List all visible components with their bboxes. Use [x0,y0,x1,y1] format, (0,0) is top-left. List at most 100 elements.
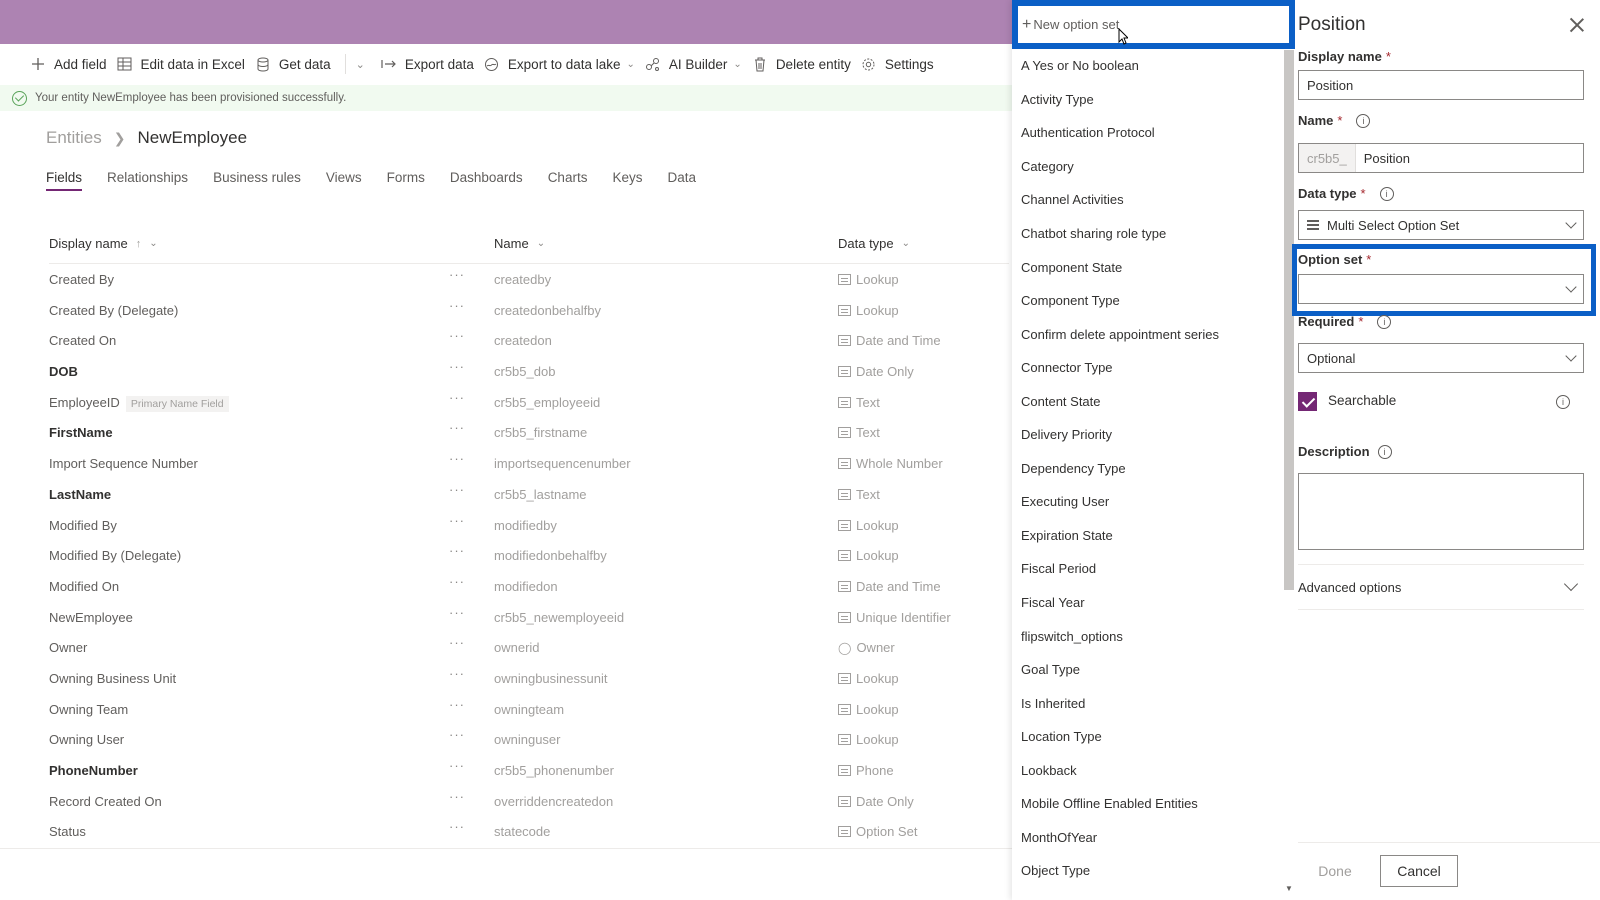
field-display-name[interactable]: Owning Team [49,702,128,717]
more-options-icon[interactable]: ··· [449,420,465,435]
field-display-name[interactable]: Modified By (Delegate) [49,548,181,563]
more-options-icon[interactable]: ··· [449,789,465,804]
field-display-name[interactable]: Modified On [49,579,119,594]
more-options-icon[interactable]: ··· [449,819,465,834]
more-options-icon[interactable]: ··· [449,267,465,282]
more-options-icon[interactable]: ··· [449,697,465,712]
scroll-down-arrow-icon[interactable]: ▼ [1285,884,1293,893]
tab-fields[interactable]: Fields [46,170,83,191]
table-row[interactable]: Modified On ··· modifiedon Date and Time [0,572,1012,603]
list-item[interactable]: flipswitch_options [1021,619,1283,653]
table-row[interactable]: Created By (Delegate) ··· createdonbehal… [0,296,1012,327]
tab-dashboards[interactable]: Dashboards [450,170,523,191]
edit-data-excel-button[interactable]: Edit data in Excel [115,44,253,84]
field-display-name[interactable]: Owner [49,640,87,655]
field-display-name[interactable]: Created By [49,272,114,287]
list-item[interactable]: Goal Type [1021,653,1283,687]
table-row[interactable]: Status ··· statecode Option Set [0,817,1012,848]
export-data-lake-button[interactable]: Export to data lake ⌄ [482,44,643,84]
table-row[interactable]: Modified By (Delegate) ··· modifiedonbeh… [0,541,1012,572]
list-item[interactable]: Component Type [1021,284,1283,318]
get-data-button[interactable]: Get data [253,44,339,84]
cancel-button[interactable]: Cancel [1380,855,1458,887]
list-item[interactable]: Fiscal Period [1021,552,1283,586]
more-options-icon[interactable]: ··· [449,390,465,405]
settings-button[interactable]: Settings [859,44,942,84]
scrollbar-thumb[interactable] [1284,50,1294,590]
table-row[interactable]: EmployeeID Primary Name Field ··· cr5b5_e… [0,388,1012,419]
field-display-name[interactable]: DOB [49,364,78,379]
new-option-set-item[interactable]: + New option set [1012,0,1295,49]
get-data-chevron-down-icon[interactable]: ⌄ [352,58,379,71]
field-display-name[interactable]: EmployeeID Primary Name Field [49,395,229,412]
more-options-icon[interactable]: ··· [449,543,465,558]
table-row[interactable]: DOB ··· cr5b5_dob Date Only [0,357,1012,388]
option-set-select[interactable] [1298,274,1584,304]
close-icon[interactable] [1570,18,1584,32]
list-item[interactable]: Component State [1021,250,1283,284]
field-display-name[interactable]: FirstName [49,425,113,440]
field-display-name[interactable]: NewEmployee [49,610,133,625]
table-row[interactable]: PhoneNumber ··· cr5b5_phonenumber Phone [0,756,1012,787]
list-item[interactable]: MonthOfYear [1021,821,1283,855]
table-row[interactable]: Created On ··· createdon Date and Time [0,326,1012,357]
field-display-name[interactable]: PhoneNumber [49,763,138,778]
table-row[interactable]: FirstName ··· cr5b5_firstname Text [0,418,1012,449]
tab-forms[interactable]: Forms [387,170,425,191]
list-item[interactable]: Dependency Type [1021,452,1283,486]
list-item[interactable]: Category [1021,150,1283,184]
field-display-name[interactable]: Record Created On [49,794,162,809]
list-item[interactable]: Lookback [1021,753,1283,787]
column-header-name[interactable]: Name ⌄ [494,236,545,251]
searchable-checkbox[interactable] [1298,392,1317,411]
table-row[interactable]: Owner ··· ownerid ◯ Owner [0,633,1012,664]
column-header-data-type[interactable]: Data type ⌄ [838,236,910,251]
info-icon[interactable]: i [1377,444,1392,459]
field-display-name[interactable]: Owning User [49,732,124,747]
table-row[interactable]: Owning User ··· owninguser Lookup [0,725,1012,756]
delete-entity-button[interactable]: Delete entity [750,44,859,84]
list-item[interactable]: Activity Type [1021,83,1283,117]
done-button[interactable]: Done [1298,855,1372,887]
list-item[interactable]: Chatbot sharing role type [1021,217,1283,251]
more-options-icon[interactable]: ··· [449,298,465,313]
more-options-icon[interactable]: ··· [449,635,465,650]
table-row[interactable]: Owning Business Unit ··· owningbusinessu… [0,664,1012,695]
more-options-icon[interactable]: ··· [449,727,465,742]
data-type-select[interactable]: Multi Select Option Set [1298,210,1584,240]
ai-builder-button[interactable]: AI Builder ⌄ [643,44,750,84]
field-display-name[interactable]: Import Sequence Number [49,456,198,471]
list-item[interactable]: Expiration State [1021,519,1283,553]
table-row[interactable]: Created By ··· createdby Lookup [0,265,1012,296]
tab-keys[interactable]: Keys [612,170,642,191]
list-item[interactable]: Delivery Priority [1021,418,1283,452]
field-display-name[interactable]: Owning Business Unit [49,671,176,686]
description-textarea[interactable] [1298,473,1584,550]
add-field-button[interactable]: Add field [28,44,115,84]
tab-business-rules[interactable]: Business rules [213,170,301,191]
list-item[interactable]: Is Inherited [1021,686,1283,720]
required-select[interactable]: Optional [1298,343,1584,373]
list-item[interactable]: Object Type [1021,854,1283,888]
list-item[interactable]: Confirm delete appointment series [1021,317,1283,351]
export-data-button[interactable]: Export data [379,44,482,84]
column-header-display-name[interactable]: Display name ↑ ⌄ [49,236,158,251]
field-display-name[interactable]: LastName [49,487,111,502]
display-name-input[interactable]: Position [1298,70,1584,100]
field-display-name[interactable]: Status [49,824,86,839]
more-options-icon[interactable]: ··· [449,574,465,589]
tab-charts[interactable]: Charts [548,170,588,191]
field-display-name[interactable]: Created On [49,333,116,348]
more-options-icon[interactable]: ··· [449,666,465,681]
list-item[interactable]: Fiscal Year [1021,586,1283,620]
breadcrumb-entities-link[interactable]: Entities [46,128,102,148]
advanced-options-toggle[interactable]: Advanced options [1298,564,1584,610]
info-icon[interactable]: i [1356,113,1371,128]
list-item[interactable]: Channel Activities [1021,183,1283,217]
list-item[interactable]: Connector Type [1021,351,1283,385]
tab-views[interactable]: Views [326,170,362,191]
table-row[interactable]: NewEmployee ··· cr5b5_newemployeeid Uniq… [0,603,1012,634]
more-options-icon[interactable]: ··· [449,605,465,620]
table-row[interactable]: Record Created On ··· overriddencreatedo… [0,787,1012,818]
table-row[interactable]: Modified By ··· modifiedby Lookup [0,511,1012,542]
